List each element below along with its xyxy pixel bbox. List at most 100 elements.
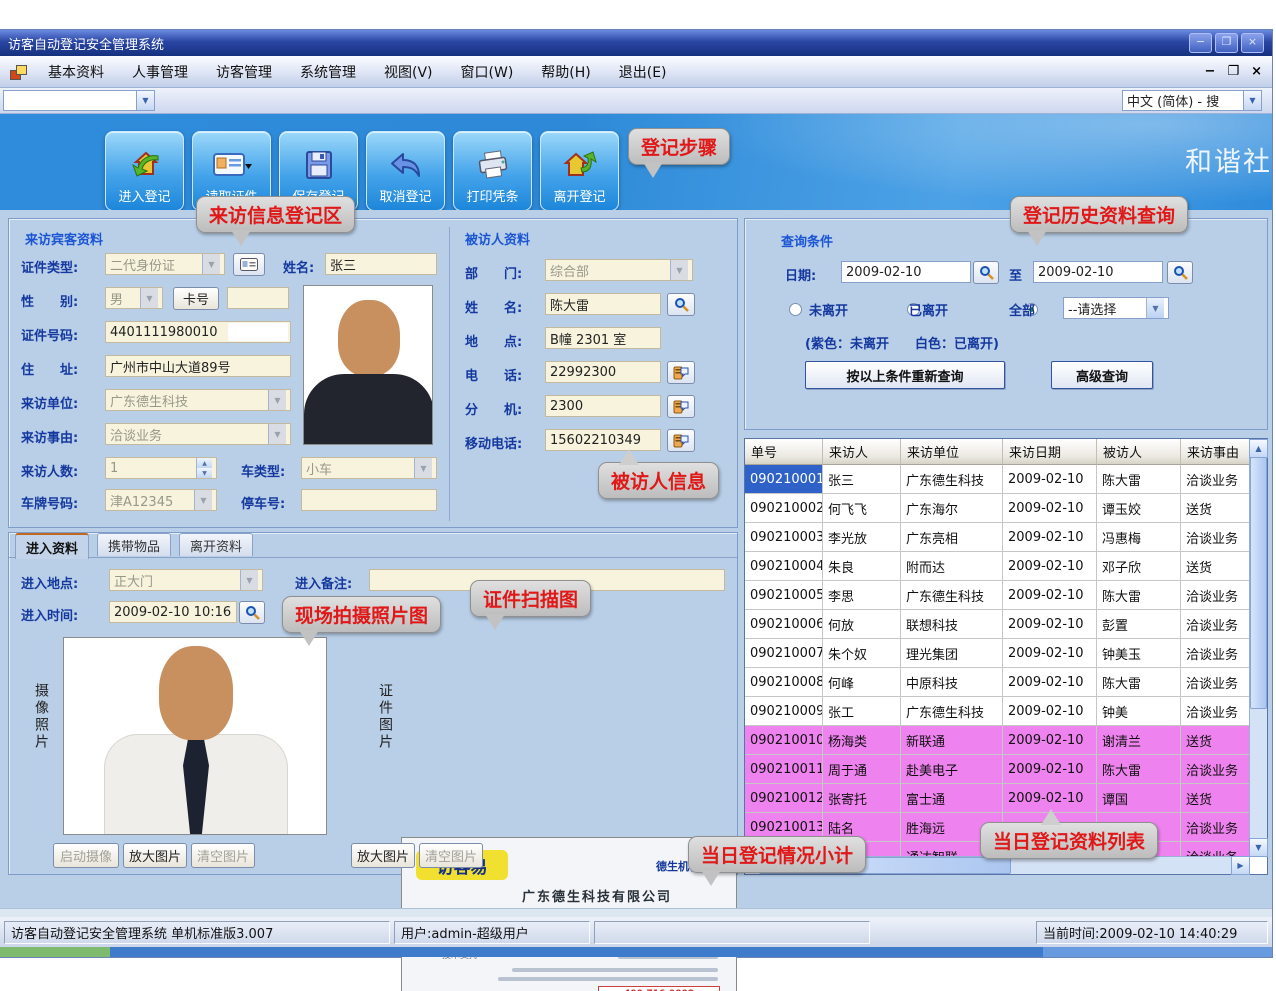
table-cell[interactable]: 090210008 bbox=[745, 668, 823, 697]
table-header[interactable]: 单号来访人来访单位来访日期被访人来访事由 bbox=[745, 439, 1250, 465]
menu-item-5[interactable]: 窗口(W) bbox=[447, 62, 528, 82]
tab-2[interactable]: 离开资料 bbox=[179, 533, 253, 556]
table-cell[interactable]: 何峰 bbox=[823, 668, 901, 697]
table-cell[interactable]: 广东德生科技 bbox=[901, 581, 1003, 610]
entry-place-combo[interactable]: 正大门▼ bbox=[109, 569, 263, 591]
table-cell[interactable]: 090210007 bbox=[745, 639, 823, 668]
clear-photo-button[interactable]: 清空图片 bbox=[191, 843, 255, 868]
language-combo[interactable]: 中文 (简体) - 搜 ▼ bbox=[1122, 90, 1262, 111]
table-cell[interactable]: 钟美 bbox=[1097, 697, 1181, 726]
table-row[interactable]: 090210001张三广东德生科技2009-02-10陈大雷洽谈业务 bbox=[745, 465, 1250, 494]
enlarge-photo-button[interactable]: 放大图片 bbox=[123, 843, 187, 868]
visited-name-field[interactable]: 陈大雷 bbox=[545, 293, 661, 315]
table-cell[interactable]: 赴美电子 bbox=[901, 755, 1003, 784]
mdi-restore-icon[interactable]: ❐ bbox=[1227, 64, 1239, 79]
table-row[interactable]: 090210011周于通赴美电子2009-02-10陈大雷洽谈业务 bbox=[745, 755, 1250, 784]
table-cell[interactable]: 送货 bbox=[1181, 784, 1250, 813]
table-row[interactable]: 090210007朱个奴理光集团2009-02-10钟美玉洽谈业务 bbox=[745, 639, 1250, 668]
table-cell[interactable]: 090210004 bbox=[745, 552, 823, 581]
table-cell[interactable]: 洽谈业务 bbox=[1181, 610, 1250, 639]
menu-item-3[interactable]: 系统管理 bbox=[286, 62, 370, 82]
mdi-minimize-icon[interactable]: − bbox=[1205, 64, 1216, 79]
table-cell[interactable]: 何放 bbox=[823, 610, 901, 639]
notify-ext-button[interactable] bbox=[667, 395, 695, 418]
date-from-field[interactable]: 2009-02-10 bbox=[841, 261, 971, 283]
table-cell[interactable]: 090210006 bbox=[745, 610, 823, 639]
table-cell[interactable]: 何飞飞 bbox=[823, 494, 901, 523]
table-cell[interactable]: 陈大雷 bbox=[1097, 465, 1181, 494]
leave-register-button[interactable]: 离开登记 bbox=[540, 131, 619, 210]
table-cell[interactable]: 090210001 bbox=[745, 465, 823, 494]
advanced-query-button[interactable]: 高级查询 bbox=[1051, 361, 1153, 389]
scroll-right-icon[interactable]: ▶ bbox=[1231, 856, 1250, 875]
table-cell[interactable]: 中原科技 bbox=[901, 668, 1003, 697]
table-cell[interactable]: 送货 bbox=[1181, 552, 1250, 581]
table-cell[interactable]: 090210002 bbox=[745, 494, 823, 523]
date-to-field[interactable]: 2009-02-10 bbox=[1033, 261, 1163, 283]
table-row[interactable]: 090210010杨海类新联通2009-02-10谢清兰送货 bbox=[745, 726, 1250, 755]
table-cell[interactable]: 周于通 bbox=[823, 755, 901, 784]
vehicle-type-combo[interactable]: 小车▼ bbox=[301, 457, 437, 479]
menu-item-7[interactable]: 退出(E) bbox=[605, 62, 681, 82]
table-cell[interactable]: 陈大雷 bbox=[1097, 668, 1181, 697]
table-cell[interactable]: 陈大雷 bbox=[1097, 581, 1181, 610]
table-row[interactable]: 090210003李光放广东亮相2009-02-10冯惠梅洽谈业务 bbox=[745, 523, 1250, 552]
table-row[interactable]: 090210008何峰中原科技2009-02-10陈大雷洽谈业务 bbox=[745, 668, 1250, 697]
table-cell[interactable]: 090210005 bbox=[745, 581, 823, 610]
table-cell[interactable]: 2009-02-10 bbox=[1003, 552, 1097, 581]
table-cell[interactable]: 送货 bbox=[1181, 726, 1250, 755]
table-row[interactable]: 090210002何飞飞广东海尔2009-02-10谭玉姣送货 bbox=[745, 494, 1250, 523]
table-cell[interactable]: 洽谈业务 bbox=[1181, 668, 1250, 697]
scroll-down-icon[interactable]: ▼ bbox=[1249, 838, 1268, 857]
table-cell[interactable]: 冯惠梅 bbox=[1097, 523, 1181, 552]
enlarge-card-button[interactable]: 放大图片 bbox=[351, 843, 415, 868]
close-icon[interactable]: × bbox=[1241, 33, 1264, 53]
scroll-thumb[interactable] bbox=[1250, 457, 1267, 709]
table-cell[interactable]: 附而达 bbox=[901, 552, 1003, 581]
notify-mobile-button[interactable] bbox=[667, 429, 695, 452]
start-camera-button[interactable]: 启动摄像 bbox=[53, 843, 119, 868]
cert-type-combo[interactable]: 二代身份证▼ bbox=[105, 253, 225, 275]
menu-item-6[interactable]: 帮助(H) bbox=[527, 62, 604, 82]
table-cell[interactable]: 洽谈业务 bbox=[1181, 639, 1250, 668]
table-cell[interactable]: 邓子欣 bbox=[1097, 552, 1181, 581]
mobile-field[interactable]: 15602210349 bbox=[545, 429, 661, 451]
menu-item-4[interactable]: 视图(V) bbox=[370, 62, 447, 82]
notify-phone-button[interactable] bbox=[667, 361, 695, 384]
quick-select-combo[interactable]: ▼ bbox=[3, 90, 155, 111]
table-cell[interactable]: 谭国 bbox=[1097, 784, 1181, 813]
table-cell[interactable]: 谭玉姣 bbox=[1097, 494, 1181, 523]
date-to-picker-button[interactable] bbox=[1167, 261, 1193, 284]
visitor-name-field[interactable]: 张三 bbox=[325, 253, 437, 275]
table-cell[interactable]: 李光放 bbox=[823, 523, 901, 552]
minimize-icon[interactable]: − bbox=[1189, 33, 1212, 53]
table-cell[interactable]: 谢清兰 bbox=[1097, 726, 1181, 755]
cert-no-field[interactable]: 4401111980010 bbox=[105, 321, 291, 343]
print-slip-button[interactable]: 打印凭条 bbox=[453, 131, 532, 210]
table-cell[interactable]: 广东亮相 bbox=[901, 523, 1003, 552]
table-cell[interactable]: 洽谈业务 bbox=[1181, 581, 1250, 610]
tab-1[interactable]: 携带物品 bbox=[97, 533, 171, 556]
reason-combo[interactable]: 洽谈业务▼ bbox=[105, 423, 291, 445]
table-cell[interactable]: 2009-02-10 bbox=[1003, 465, 1097, 494]
card-no-button[interactable]: 卡号 bbox=[173, 287, 219, 310]
restore-icon[interactable]: ❐ bbox=[1215, 33, 1238, 53]
tab-0[interactable]: 进入资料 bbox=[15, 533, 89, 559]
table-cell[interactable]: 090210011 bbox=[745, 755, 823, 784]
table-cell[interactable]: 洽谈业务 bbox=[1181, 755, 1250, 784]
table-cell[interactable]: 理光集团 bbox=[901, 639, 1003, 668]
table-row[interactable]: 090210004朱良附而达2009-02-10邓子欣送货 bbox=[745, 552, 1250, 581]
clear-card-button[interactable]: 清空图片 bbox=[419, 843, 483, 868]
menu-item-2[interactable]: 访客管理 bbox=[202, 62, 286, 82]
enter-register-button[interactable]: 进入登记 bbox=[105, 131, 184, 210]
ext-field[interactable]: 2300 bbox=[545, 395, 661, 417]
table-cell[interactable]: 090210009 bbox=[745, 697, 823, 726]
table-row[interactable]: 090210006何放联想科技2009-02-10彭置洽谈业务 bbox=[745, 610, 1250, 639]
gender-combo[interactable]: 男▼ bbox=[105, 287, 163, 309]
table-cell[interactable]: 李思 bbox=[823, 581, 901, 610]
table-cell[interactable]: 广东德生科技 bbox=[901, 465, 1003, 494]
card-no-field[interactable] bbox=[227, 287, 289, 309]
table-header-cell[interactable]: 来访事由 bbox=[1181, 439, 1250, 465]
chevron-down-icon[interactable]: ▼ bbox=[136, 91, 154, 110]
table-cell[interactable]: 张三 bbox=[823, 465, 901, 494]
